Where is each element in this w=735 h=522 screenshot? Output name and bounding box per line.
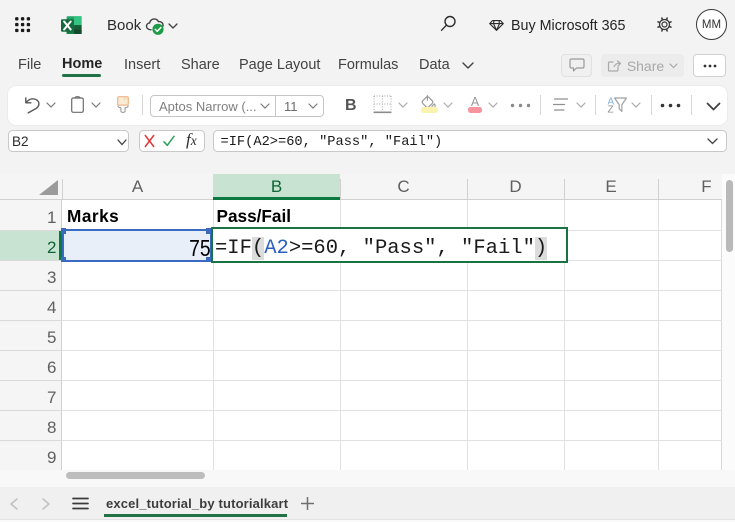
svg-text:Z: Z: [608, 105, 614, 115]
